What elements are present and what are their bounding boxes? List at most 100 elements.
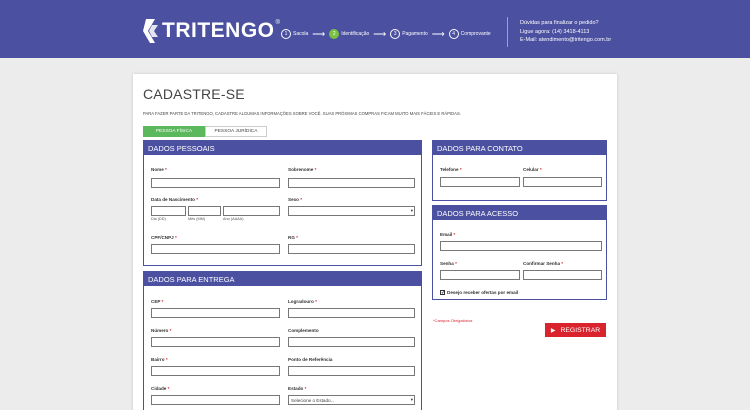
ofertas-checkbox[interactable]: ✓ Desejo receber ofertas por email	[440, 290, 519, 296]
label-text: Nome	[151, 167, 164, 172]
sobrenome-input[interactable]	[288, 178, 415, 188]
arrow-right-icon: ⟶	[431, 28, 445, 39]
checkout-steps: 1 Sacola ⟶ 2 Identificação ⟶ 3 Pagamento…	[281, 29, 491, 39]
numero-input[interactable]	[151, 337, 280, 347]
logo-registered-mark: ®	[275, 20, 280, 26]
nascimento-label: Data de Nascimento *	[151, 197, 198, 202]
sexo-label: Sexo *	[288, 197, 302, 202]
person-type-tabs: PESSOA FÍSICA PESSOA JURÍDICA	[143, 126, 267, 137]
label-text: Cidade	[151, 386, 167, 391]
label-text: RG	[288, 235, 295, 240]
chevron-down-icon: ▾	[410, 208, 413, 213]
panel-dados-pessoais: DADOS PESSOAIS Nome * Sobrenome * Data d…	[143, 140, 422, 266]
senha-input[interactable]	[440, 270, 520, 280]
referencia-input[interactable]	[288, 366, 415, 376]
register-button-label: REGISTRAR	[560, 326, 601, 334]
ofertas-label: Desejo receber ofertas por email	[447, 290, 519, 295]
step-sacola: 1 Sacola	[281, 29, 308, 39]
rg-input[interactable]	[288, 244, 415, 254]
mes-input[interactable]	[188, 206, 221, 216]
panel-dados-contato: DADOS PARA CONTATO Telefone * Celular *	[432, 140, 607, 201]
required-mark: *	[300, 197, 303, 202]
step-number: 2	[329, 29, 340, 39]
confirmar-senha-label: Confirmar Senha *	[523, 261, 563, 266]
bairro-label: Bairro *	[151, 357, 168, 362]
step-pagamento: 3 Pagamento	[390, 29, 428, 39]
cep-label: CEP *	[151, 299, 163, 304]
label-text: CEP	[151, 299, 161, 304]
complemento-label: Complemento	[288, 328, 319, 333]
panel-title: DADOS PARA ACESSO	[433, 206, 606, 220]
telefone-label: Telefone *	[440, 167, 462, 172]
intro-text: PARA FAZER PARTE DA TRITENGO, CADASTRE A…	[143, 111, 461, 116]
arrow-right-icon: ⟶	[312, 28, 326, 39]
logo[interactable]: TRITENGO ®	[143, 18, 280, 44]
panel-dados-acesso: DADOS PARA ACESSO Email * Senha * Confir…	[432, 205, 607, 300]
label-text: Data de Nascimento	[151, 197, 195, 202]
panel-title: DADOS PARA ENTREGA	[144, 272, 421, 286]
nome-input[interactable]	[151, 178, 280, 188]
required-mark: *	[561, 261, 564, 266]
panel-title: DADOS PARA CONTATO	[433, 141, 606, 155]
panel-dados-entrega: DADOS PARA ENTREGA CEP * Logradouro * Nú…	[143, 271, 422, 410]
estado-selected-value: Selecione o Estado...	[291, 397, 335, 403]
logradouro-label: Logradouro *	[288, 299, 317, 304]
checkbox-checked-icon[interactable]: ✓	[440, 290, 445, 296]
label-text: Estado	[288, 386, 304, 391]
dia-input[interactable]	[151, 206, 186, 216]
email-input[interactable]	[440, 241, 602, 251]
label-text: Telefone	[440, 167, 459, 172]
rg-label: RG *	[288, 235, 298, 240]
email-label: Email *	[440, 232, 455, 237]
tab-pessoa-fisica[interactable]: PESSOA FÍSICA	[143, 126, 205, 137]
cpf-input[interactable]	[151, 244, 280, 254]
cep-input[interactable]	[151, 308, 280, 318]
cidade-input[interactable]	[151, 395, 280, 405]
step-label: Pagamento	[402, 31, 428, 37]
required-mark: *	[314, 167, 317, 172]
cidade-label: Cidade *	[151, 386, 169, 391]
senha-label: Senha *	[440, 261, 457, 266]
play-icon: ▶	[550, 327, 556, 334]
bairro-input[interactable]	[151, 366, 280, 376]
page-title: CADASTRE-SE	[143, 86, 245, 102]
step-comprovante: 4 Comprovante	[448, 29, 491, 39]
label-text: Senha	[440, 261, 454, 266]
logradouro-input[interactable]	[288, 308, 415, 318]
confirmar-senha-input[interactable]	[523, 270, 602, 280]
panel-title: DADOS PESSOAIS	[144, 141, 421, 155]
arrow-right-icon: ⟶	[373, 28, 387, 39]
label-text: CPF/CNPJ	[151, 235, 174, 240]
celular-label: Celular *	[523, 167, 542, 172]
site-header: TRITENGO ® 1 Sacola ⟶ 2 Identificação ⟶ …	[0, 0, 750, 58]
help-contact: Dúvidas para finalizar o pedido? Ligue a…	[520, 19, 611, 45]
sexo-select[interactable]: ▾	[288, 206, 415, 216]
ano-input[interactable]	[223, 206, 280, 216]
required-mark: *	[167, 386, 170, 391]
required-mark: *	[175, 235, 177, 240]
cpf-label: CPF/CNPJ *	[151, 235, 177, 240]
tab-pessoa-juridica[interactable]: PESSOA JURÍDICA	[205, 126, 267, 137]
required-mark: *	[304, 386, 307, 391]
register-button[interactable]: ▶ REGISTRAR	[545, 323, 606, 337]
dia-hint: Dia (DD)	[151, 217, 166, 221]
required-mark: *	[296, 235, 298, 240]
celular-input[interactable]	[523, 177, 602, 187]
help-email[interactable]: E-Mail: atendimento@tritengo.com.br	[520, 36, 611, 45]
required-mark: *	[165, 357, 168, 362]
telefone-input[interactable]	[440, 177, 520, 187]
estado-label: Estado *	[288, 386, 306, 391]
logo-text: TRITENGO	[162, 19, 275, 42]
required-mark: *	[315, 299, 317, 304]
label-text: Bairro	[151, 357, 165, 362]
step-number: 3	[390, 29, 401, 39]
sobrenome-label: Sobrenome *	[288, 167, 316, 172]
required-mark: *	[539, 167, 542, 172]
numero-label: Número *	[151, 328, 171, 333]
mes-hint: Mês (MM)	[188, 217, 206, 221]
complemento-input[interactable]	[288, 337, 415, 347]
ano-hint: Ano (AAAA)	[223, 217, 244, 221]
step-number: 4	[448, 29, 459, 39]
chevron-down-icon: ▾	[410, 397, 413, 402]
estado-select[interactable]: Selecione o Estado... ▾	[288, 395, 415, 405]
